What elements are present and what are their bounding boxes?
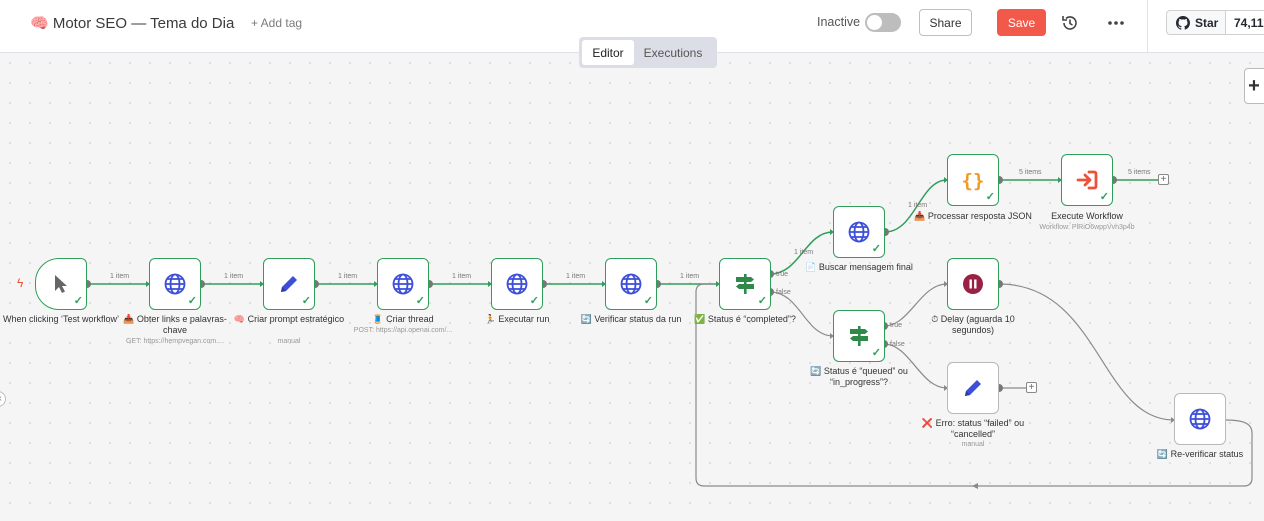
item-count-label: 1 item: [224, 273, 244, 280]
node-label-execute-wf: Execute Workflow: [1051, 211, 1123, 221]
node-subtitle-criar-prompt: manual: [277, 338, 301, 345]
node-label-verificar: 🔄 Verificar status da run: [580, 314, 682, 324]
node-status-completed[interactable]: ✓: [719, 258, 771, 310]
node-subtitle-criar-thread: POST: https://api.openai.com/...: [353, 327, 453, 334]
node-label-reverificar: 🔄 Re-verificar status: [1156, 449, 1244, 459]
success-check-icon: ✓: [529, 295, 539, 307]
trigger-bolt-icon: ϟ: [17, 276, 24, 290]
signpost-icon: [736, 274, 754, 294]
item-count-label: 1 item: [566, 273, 586, 280]
node-subtitle-obter: GET: https://hempvegan.com....: [125, 338, 225, 345]
node-status-queued[interactable]: ✓: [833, 310, 885, 362]
active-status-label: Inactive: [817, 15, 861, 29]
add-node-panel-button[interactable]: +: [1244, 68, 1264, 104]
globe-icon: [392, 273, 414, 295]
enter-icon: [1076, 170, 1098, 190]
node-label-obter: 📥 Obter links e palavras-chave: [123, 314, 227, 335]
globe-icon: [506, 273, 528, 295]
globe-icon: [848, 221, 870, 243]
active-toggle[interactable]: [865, 13, 901, 32]
item-count-label: 5 items: [1019, 169, 1042, 176]
signpost-icon: [850, 326, 868, 346]
github-star-count[interactable]: 74,112: [1226, 10, 1264, 35]
toggle-knob: [867, 15, 882, 30]
node-execute-workflow[interactable]: ✓: [1061, 154, 1113, 206]
item-count-label: 1 item: [680, 273, 700, 280]
tab-executions[interactable]: Executions: [634, 40, 712, 65]
success-check-icon: ✓: [187, 295, 197, 307]
node-reverificar-status[interactable]: [1174, 393, 1226, 445]
success-check-icon: ✓: [643, 295, 653, 307]
success-check-icon: ✓: [757, 295, 767, 307]
more-options-icon[interactable]: [1106, 13, 1126, 33]
item-count-label: 1 item: [452, 273, 472, 280]
item-count-label: 1 item: [338, 273, 358, 280]
github-star-button[interactable]: Star: [1166, 10, 1226, 35]
workflow-title[interactable]: 🧠 Motor SEO — Tema do Dia: [30, 14, 234, 32]
node-label-processar: 📥 Processar resposta JSON: [914, 211, 1032, 221]
pencil-icon: [281, 276, 297, 292]
success-check-icon: ✓: [415, 295, 425, 307]
success-check-icon: ✓: [871, 347, 881, 359]
node-label-criar-thread: 🧵 Criar thread: [372, 314, 434, 324]
globe-icon: [1189, 408, 1211, 430]
branch-false-label: false: [890, 341, 905, 348]
node-label-delay: ⏱ Delay (aguarda 10 segundos): [931, 314, 1015, 335]
add-node-plus-icon[interactable]: +: [1026, 382, 1037, 393]
github-star-label: Star: [1195, 15, 1219, 30]
node-label-criar-prompt: 🧠 Criar prompt estratégico: [233, 314, 345, 324]
node-subtitle-erro: manual: [961, 441, 985, 448]
share-button[interactable]: Share: [919, 9, 972, 36]
braces-icon: {}: [962, 170, 985, 192]
node-label-status-queued: 🔄 Status é “queued” ou “in_progress”?: [810, 366, 908, 387]
item-count-label: 5 items: [1128, 169, 1151, 176]
node-label-status-completed: ✅ Status é “completed”?: [694, 314, 796, 324]
success-check-icon: ✓: [985, 191, 995, 203]
header-divider: [1147, 0, 1148, 53]
mode-tabs: Editor Executions: [579, 37, 717, 68]
github-icon: [1176, 15, 1190, 30]
node-label-trigger: When clicking ‘Test workflow’: [2, 314, 120, 324]
node-delay[interactable]: [947, 258, 999, 310]
history-icon[interactable]: [1060, 13, 1080, 33]
success-check-icon: ✓: [301, 295, 311, 307]
globe-icon: [164, 273, 186, 295]
branch-false-label: false: [776, 289, 791, 296]
node-criar-prompt[interactable]: ✓: [263, 258, 315, 310]
branch-true-label: true: [890, 322, 903, 329]
svg-text:{}: {}: [962, 170, 985, 192]
cursor-icon: [55, 275, 67, 293]
item-count-label: 1 item: [908, 202, 928, 209]
node-subtitle-execute-wf: Workflow: PlRiO6wppVvh3p4b: [1039, 224, 1135, 231]
item-count-label: 1 item: [794, 249, 814, 256]
node-obter-links[interactable]: ✓: [149, 258, 201, 310]
node-criar-thread[interactable]: ✓: [377, 258, 429, 310]
globe-icon: [620, 273, 642, 295]
add-node-plus-icon[interactable]: +: [1158, 174, 1169, 185]
item-count-label: 1 item: [110, 273, 130, 280]
add-tag-button[interactable]: + Add tag: [251, 16, 302, 30]
node-label-executar-run: 🏃 Executar run: [484, 314, 550, 324]
node-verificar-status[interactable]: ✓: [605, 258, 657, 310]
node-label-erro: ❌ Erro: status “failed” ou “cancelled”: [921, 418, 1025, 439]
node-executar-run[interactable]: ✓: [491, 258, 543, 310]
success-check-icon: ✓: [73, 295, 83, 307]
tab-editor[interactable]: Editor: [582, 40, 634, 65]
success-check-icon: ✓: [871, 243, 881, 255]
node-buscar-mensagem[interactable]: ✓: [833, 206, 885, 258]
node-manual-trigger[interactable]: ✓: [35, 258, 87, 310]
node-label-buscar: 📄 Buscar mensagem final: [805, 262, 913, 272]
n8n-workflow-editor: 🧠 Motor SEO — Tema do Dia + Add tag Inac…: [0, 0, 1264, 521]
node-erro-status[interactable]: [947, 362, 999, 414]
save-button[interactable]: Save: [997, 9, 1046, 36]
pencil-icon: [965, 380, 981, 396]
pause-icon: [963, 274, 983, 294]
node-processar-json[interactable]: {} ✓: [947, 154, 999, 206]
success-check-icon: ✓: [1099, 191, 1109, 203]
branch-true-label: true: [776, 271, 789, 278]
